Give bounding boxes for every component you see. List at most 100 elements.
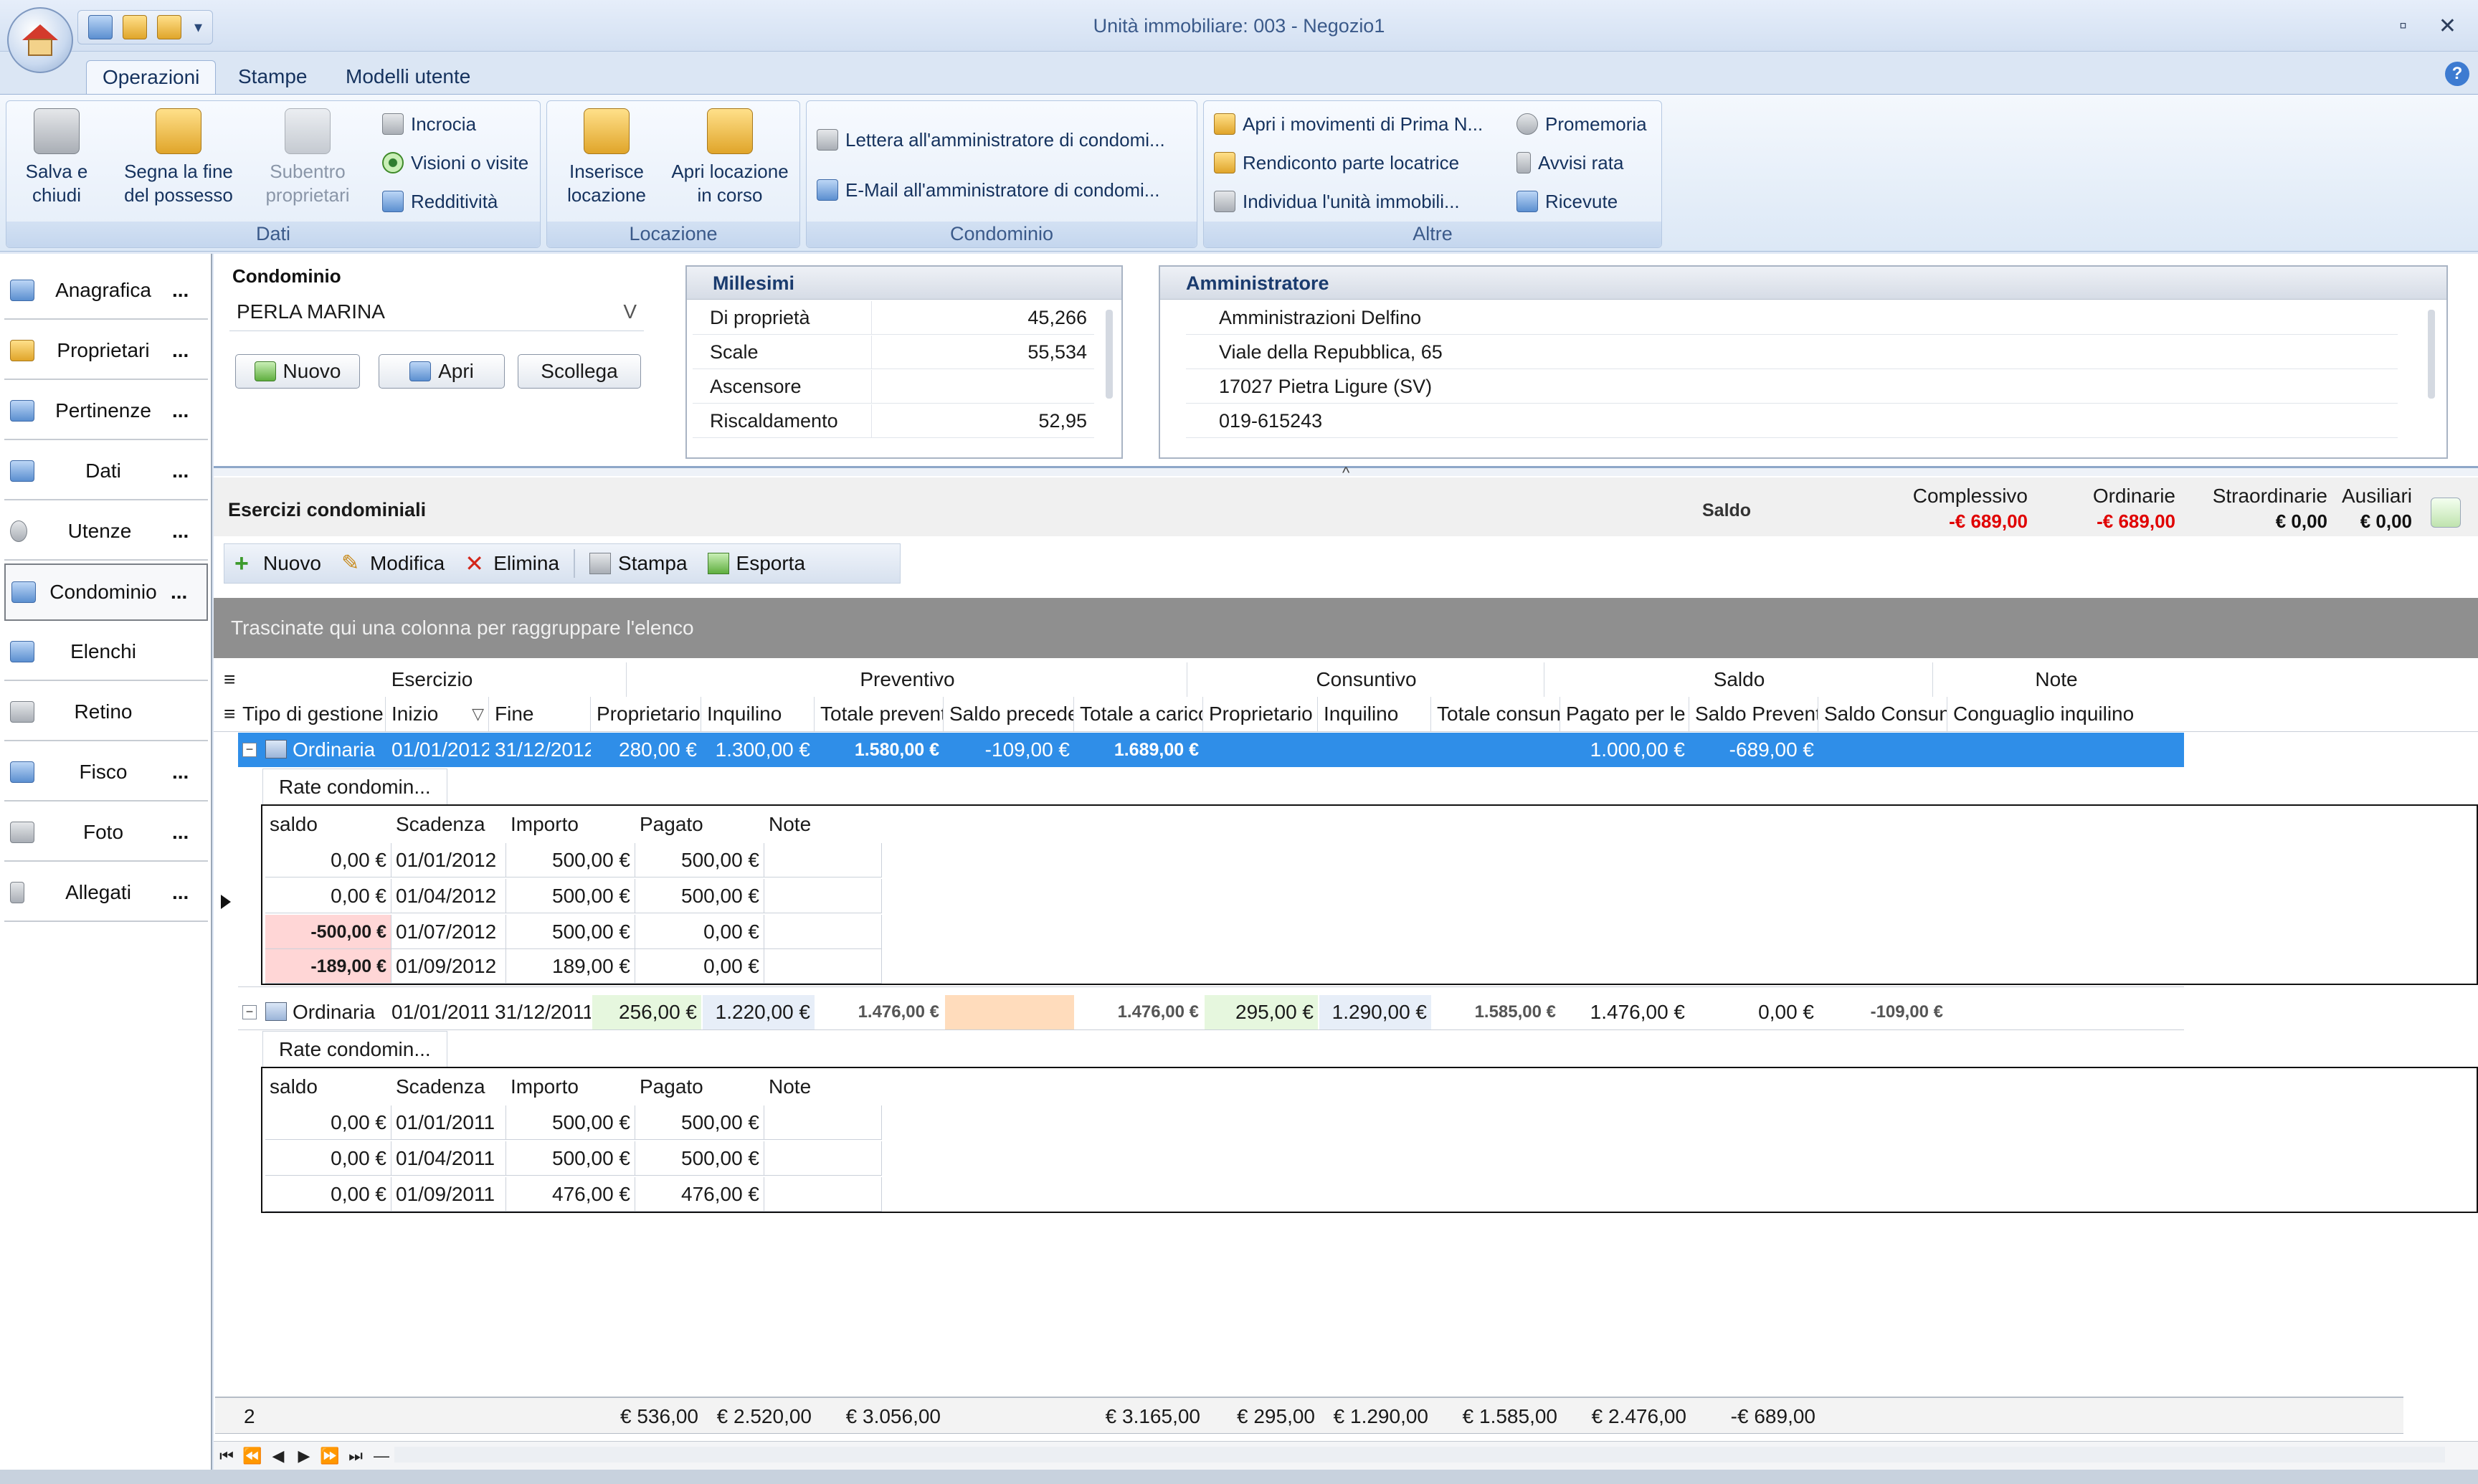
- cell-inizio[interactable]: 01/01/2011: [387, 995, 489, 1029]
- detail-col-importo[interactable]: Importo: [506, 1070, 635, 1104]
- col-totale-consuntivo[interactable]: Totale consuntivo: [1433, 697, 1560, 731]
- band-chooser-icon[interactable]: ≡: [224, 662, 235, 697]
- individua-unita-button[interactable]: Individua l'unità immobili...: [1214, 187, 1460, 216]
- sidebar-item-utenze[interactable]: Utenze ...: [4, 503, 208, 561]
- cell-cons-inquilino[interactable]: 1.290,00 €: [1319, 995, 1431, 1029]
- detail-cell-saldo[interactable]: 0,00 €: [265, 879, 391, 913]
- detail-cell-note[interactable]: [764, 915, 882, 949]
- col-cons-inquilino[interactable]: Inquilino: [1319, 697, 1431, 731]
- cell-fine[interactable]: 31/12/2011: [490, 995, 591, 1029]
- sidebar-item-retino[interactable]: Retino: [4, 684, 208, 741]
- tab-rate-condominiali[interactable]: Rate condomin...: [262, 769, 447, 804]
- splitter[interactable]: ^: [214, 464, 2478, 482]
- rendiconto-button[interactable]: Rendiconto parte locatrice: [1214, 148, 1459, 177]
- inserisce-locazione-button[interactable]: Inserisce locazione: [553, 108, 660, 207]
- ricevute-button[interactable]: Ricevute: [1516, 187, 1618, 216]
- condominio-combo[interactable]: PERLA MARINA V: [229, 292, 644, 331]
- next-page-icon[interactable]: ⏩: [317, 1447, 343, 1465]
- sidebar-item-foto[interactable]: Foto ...: [4, 804, 208, 862]
- col-tipo-gestione[interactable]: Tipo di gestione: [238, 697, 386, 731]
- lettera-amministratore-button[interactable]: Lettera all'amministratore di condomi...: [817, 125, 1165, 154]
- detail-cell-scadenza[interactable]: 01/09/2012: [391, 949, 506, 984]
- esercizi-modifica-button[interactable]: ✎ Modifica: [331, 552, 455, 575]
- cell-saldo-precedente[interactable]: [945, 995, 1074, 1029]
- redditivita-button[interactable]: Redditività: [382, 187, 498, 216]
- close-button[interactable]: ✕: [2439, 14, 2456, 39]
- cell-tipo[interactable]: Ordinaria: [288, 733, 386, 767]
- detail-cell-note[interactable]: [764, 1177, 882, 1212]
- detail-col-scadenza[interactable]: Scadenza: [391, 1070, 506, 1104]
- condominio-apri-button[interactable]: Apri: [379, 354, 505, 389]
- condominio-scollega-button[interactable]: Scollega: [518, 354, 641, 389]
- cell-prev-inquilino[interactable]: 1.300,00 €: [703, 733, 815, 767]
- incrocia-button[interactable]: Incrocia: [382, 110, 476, 138]
- detail-cell-importo[interactable]: 476,00 €: [506, 1177, 635, 1212]
- sidebar-item-allegati[interactable]: Allegati ...: [4, 865, 208, 922]
- subentro-proprietari-button[interactable]: Subentro proprietari: [250, 108, 365, 207]
- next-record-icon[interactable]: ▶: [291, 1447, 317, 1465]
- cell-prev-proprietario[interactable]: 256,00 €: [592, 995, 701, 1029]
- detail-col-importo[interactable]: Importo: [506, 807, 635, 842]
- sidebar-item-pertinenze[interactable]: Pertinenze ...: [4, 383, 208, 440]
- cell-inizio[interactable]: 01/01/2012: [387, 733, 489, 767]
- cell-saldo-consuntivo[interactable]: [1820, 733, 1947, 767]
- segna-fine-possesso-button[interactable]: Segna la fine del possesso: [114, 108, 243, 207]
- email-amministratore-button[interactable]: E-Mail all'amministratore di condomi...: [817, 176, 1159, 204]
- cell-pagato[interactable]: 1.476,00 €: [1562, 995, 1689, 1029]
- cell-conguaglio[interactable]: [1949, 733, 2178, 767]
- sidebar-item-anagrafica[interactable]: Anagrafica ...: [4, 262, 208, 320]
- detail-col-scadenza[interactable]: Scadenza: [391, 807, 506, 842]
- visioni-visite-button[interactable]: Visioni o visite: [382, 148, 528, 177]
- detail-col-saldo[interactable]: saldo: [265, 807, 391, 842]
- column-chooser-icon[interactable]: ≡: [224, 697, 238, 731]
- esercizi-elimina-button[interactable]: ✕ Elimina: [455, 552, 569, 575]
- application-menu-button[interactable]: [7, 7, 73, 73]
- avvisi-rata-button[interactable]: Avvisi rata: [1516, 148, 1623, 177]
- col-inizio[interactable]: Inizio ▽: [387, 697, 489, 731]
- cell-pagato[interactable]: 1.000,00 €: [1562, 733, 1689, 767]
- cell-totale-consuntivo[interactable]: [1433, 733, 1560, 767]
- cell-prev-proprietario[interactable]: 280,00 €: [592, 733, 701, 767]
- sidebar-item-proprietari[interactable]: Proprietari ...: [4, 323, 208, 380]
- promemoria-button[interactable]: Promemoria: [1516, 110, 1647, 138]
- tab-modelli-utente[interactable]: Modelli utente: [330, 60, 486, 95]
- detail-col-pagato[interactable]: Pagato: [635, 807, 764, 842]
- esercizi-stampa-button[interactable]: Stampa: [579, 552, 698, 575]
- col-totale-carico[interactable]: Totale a carico: [1076, 697, 1203, 731]
- detail-cell-importo[interactable]: 500,00 €: [506, 843, 635, 877]
- prev-page-icon[interactable]: ⏪: [239, 1447, 265, 1465]
- col-totale-preventivo[interactable]: Totale preventivo: [816, 697, 944, 731]
- row-collapse-icon[interactable]: −: [242, 743, 257, 757]
- refresh-icon[interactable]: [2431, 498, 2461, 528]
- cell-saldo-consuntivo[interactable]: -109,00 €: [1820, 995, 1947, 1029]
- detail-cell-scadenza[interactable]: 01/01/2012: [391, 843, 506, 877]
- detail-col-pagato[interactable]: Pagato: [635, 1070, 764, 1104]
- detail-cell-pagato[interactable]: 0,00 €: [635, 915, 764, 949]
- detail-cell-note[interactable]: [764, 879, 882, 913]
- detail-cell-saldo[interactable]: -500,00 €: [265, 915, 391, 949]
- group-by-panel[interactable]: Trascinate qui una colonna per raggruppa…: [214, 598, 2478, 658]
- col-saldo-consuntivo[interactable]: Saldo Consuntivo: [1820, 697, 1947, 731]
- cell-conguaglio[interactable]: [1949, 995, 2178, 1029]
- apri-movimenti-button[interactable]: Apri i movimenti di Prima N...: [1214, 110, 1483, 138]
- sidebar-item-condominio[interactable]: Condominio ...: [4, 563, 208, 621]
- prev-record-icon[interactable]: ◀: [265, 1447, 291, 1465]
- tab-stampe[interactable]: Stampe: [222, 60, 323, 95]
- detail-cell-note[interactable]: [764, 843, 882, 877]
- detail-col-note[interactable]: Note: [764, 1070, 882, 1104]
- detail-cell-saldo[interactable]: 0,00 €: [265, 843, 391, 877]
- row-collapse-icon[interactable]: −: [242, 1005, 257, 1019]
- cell-tipo[interactable]: Ordinaria: [288, 995, 386, 1029]
- cell-cons-inquilino[interactable]: [1319, 733, 1431, 767]
- sidebar-item-elenchi[interactable]: Elenchi: [4, 624, 208, 681]
- detail-cell-pagato[interactable]: 500,00 €: [635, 843, 764, 877]
- col-fine[interactable]: Fine: [490, 697, 591, 731]
- detail-col-note[interactable]: Note: [764, 807, 882, 842]
- detail-cell-note[interactable]: [764, 949, 882, 984]
- delete-record-icon[interactable]: —: [369, 1447, 394, 1465]
- detail-cell-pagato[interactable]: 500,00 €: [635, 879, 764, 913]
- col-prev-inquilino[interactable]: Inquilino: [703, 697, 815, 731]
- detail-cell-importo[interactable]: 500,00 €: [506, 1141, 635, 1176]
- detail-cell-scadenza[interactable]: 01/07/2012: [391, 915, 506, 949]
- last-record-icon[interactable]: ⏭: [343, 1447, 369, 1465]
